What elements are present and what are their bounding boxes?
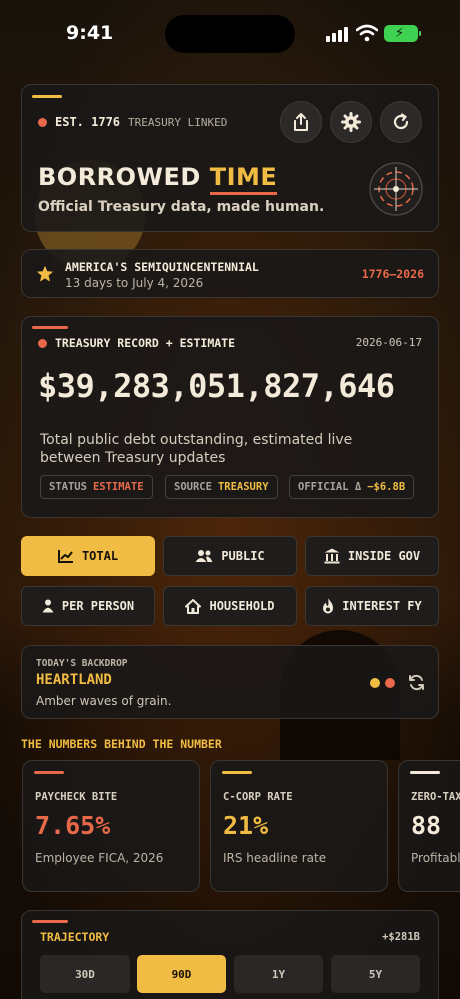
view-inside-gov-label: INSIDE GOV [347,549,421,563]
view-per-person-label: PER PERSON [61,599,135,613]
tagline: Official Treasury data, made human. [38,199,325,215]
stat-accent [222,771,252,774]
stat-value: 88 [411,811,442,840]
stat-label: C-CORP RATE [223,791,293,803]
status-pill-key: STATUS [49,481,87,493]
stat-sub: Profitable [411,851,460,865]
status-bar: 9:41 ⚡ [0,0,460,66]
stat-accent [410,771,440,774]
stat-label: ZERO-TAX [411,791,460,803]
banner-title: AMERICA'S SEMIQUINCENTENNIAL [65,260,259,274]
view-household-label: HOUSEHOLD [209,599,275,613]
signal-icon [326,26,350,42]
app-title: BORROWED TIME [38,163,278,195]
stat-sub: Employee FICA, 2026 [35,851,164,865]
range-90d-button[interactable]: 90D [137,955,226,993]
share-button[interactable] [280,101,322,143]
status-pill: STATUS ESTIMATE [40,475,153,499]
header-card: EST. 1776 TREASURY LINKED BORROWED TIME … [21,84,439,232]
app-title-part1: BORROWED [38,163,201,191]
view-public-button[interactable]: PUBLIC [163,536,297,576]
flame-icon [323,598,334,614]
backdrop-dot-red [385,678,395,688]
view-inside-gov-button[interactable]: INSIDE GOV [305,536,439,576]
gear-icon [341,112,361,132]
view-total-button[interactable]: TOTAL [21,536,155,576]
stat-card-paycheck: PAYCHECK BITE 7.65% Employee FICA, 2026 [22,760,200,892]
wifi-icon [356,24,378,42]
house-icon [185,598,202,614]
range-5y-button[interactable]: 5Y [331,955,420,993]
debt-label-row: TREASURY RECORD + ESTIMATE [38,336,235,350]
users-icon [195,550,213,562]
numbers-section-title: THE NUMBERS BEHIND THE NUMBER [21,737,222,751]
official-delta-pill: OFFICIAL Δ −$6.8B [289,475,415,499]
settings-button[interactable] [330,101,372,143]
backdrop-subtitle: Amber waves of grain. [36,694,172,708]
view-total-label: TOTAL [81,549,119,563]
view-public-label: PUBLIC [221,549,265,563]
source-pill: SOURCE TREASURY [165,475,278,499]
person-icon [42,599,54,613]
linked-label: TREASURY LINKED [128,115,228,129]
stat-accent [34,771,64,774]
status-pill-value: ESTIMATE [92,481,144,493]
delta-pill-value: −$6.8B [367,481,406,493]
header-accent [32,95,62,98]
stat-sub: IRS headline rate [223,851,327,865]
view-interest-fy-label: INTEREST FY [342,599,422,613]
bank-icon [324,548,340,564]
debt-card: TREASURY RECORD + ESTIMATE 2026-06-17 $3… [21,316,439,518]
refresh-button[interactable] [380,101,422,143]
view-interest-fy-button[interactable]: INTEREST FY [305,586,439,626]
source-pill-key: SOURCE [174,481,212,493]
dynamic-island [165,15,295,53]
stat-card-zero-tax: ZERO-TAX 88 Profitable [398,760,460,892]
view-household-button[interactable]: HOUSEHOLD [163,586,297,626]
stat-value: 21% [223,811,269,840]
debt-date: 2026-06-17 [355,336,422,349]
stat-card-ccorp: C-CORP RATE 21% IRS headline rate [210,760,388,892]
debt-amount: $39,283,051,827,646 [38,367,395,405]
stat-value: 7.65% [35,811,111,840]
banner-subtitle: 13 days to July 4, 2026 [65,276,204,290]
debt-label: TREASURY RECORD + ESTIMATE [55,336,236,350]
share-icon [294,113,308,131]
debt-accent [32,326,68,329]
status-dot [38,117,47,127]
app-title-part2: TIME [209,163,278,195]
trajectory-accent [32,920,68,923]
backdrop-dot-gold [370,678,380,688]
battery-icon: ⚡ [384,25,421,42]
est-label: EST. 1776 [55,115,121,129]
debt-description: Total public debt outstanding, estimated… [40,432,353,466]
trajectory-title: TRAJECTORY [40,930,110,944]
range-30d-button[interactable]: 30D [40,955,130,993]
cycle-icon[interactable] [408,674,425,691]
linked-badge: EST. 1776 TREASURY LINKED [38,115,227,129]
source-pill-value: TREASURY [217,481,269,493]
status-time: 9:41 [66,22,114,44]
star-icon [36,265,54,282]
backdrop-title: HEARTLAND [36,672,112,688]
semiquincentennial-banner[interactable]: AMERICA'S SEMIQUINCENTENNIAL 13 days to … [21,249,439,298]
stat-card-clip: ZERO-TAX 88 Profitable [398,760,460,892]
banner-range: 1776–2026 [361,267,424,281]
stat-label: PAYCHECK BITE [35,791,118,803]
view-per-person-button[interactable]: PER PERSON [21,586,155,626]
trajectory-delta: +$281B [382,931,420,943]
backdrop-card[interactable]: TODAY'S BACKDROP HEARTLAND Amber waves o… [21,645,439,719]
refresh-icon [393,113,409,130]
chart-line-icon [57,550,73,563]
delta-pill-key: OFFICIAL Δ [298,481,362,493]
backdrop-label: TODAY'S BACKDROP [36,658,128,669]
crosshair-icon [369,162,423,216]
range-1y-button[interactable]: 1Y [234,955,323,993]
live-dot [38,338,47,348]
